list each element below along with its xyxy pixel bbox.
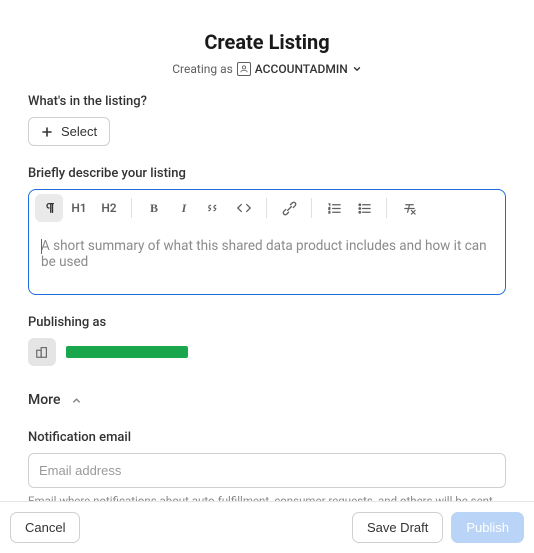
- role-icon: [237, 62, 251, 76]
- toolbar-paragraph[interactable]: [35, 194, 63, 222]
- creating-as-prefix: Creating as: [172, 62, 233, 76]
- creating-as-row: Creating as ACCOUNTADMIN: [28, 62, 506, 76]
- publishing-section: Publishing as: [28, 315, 506, 366]
- footer-bar: Cancel Save Draft Publish: [0, 501, 534, 553]
- more-label: More: [28, 392, 61, 408]
- toolbar-link[interactable]: [275, 194, 303, 222]
- notification-help-text: Email where notifications about auto-ful…: [28, 494, 506, 501]
- toolbar-bold[interactable]: B: [140, 194, 168, 222]
- more-toggle[interactable]: More: [28, 392, 506, 408]
- toolbar-separator: [266, 198, 267, 218]
- toolbar-separator: [131, 198, 132, 218]
- notification-label: Notification email: [28, 430, 506, 445]
- toolbar-h2[interactable]: H2: [95, 194, 123, 222]
- save-draft-button[interactable]: Save Draft: [352, 512, 443, 543]
- toolbar-h1[interactable]: H1: [65, 194, 93, 222]
- toolbar-italic[interactable]: I: [170, 194, 198, 222]
- select-button-label: Select: [61, 124, 97, 139]
- notification-section: Notification email Email where notificat…: [28, 430, 506, 501]
- publisher-name-redacted: [66, 346, 188, 358]
- listing-content-section: What's in the listing? Select: [28, 94, 506, 146]
- description-editor[interactable]: H1 H2 B I: [28, 189, 506, 295]
- publish-button[interactable]: Publish: [451, 512, 524, 543]
- describe-section: Briefly describe your listing H1 H2 B I: [28, 166, 506, 295]
- code-icon: [236, 201, 252, 215]
- toolbar-code[interactable]: [230, 194, 258, 222]
- toolbar-quote[interactable]: [200, 194, 228, 222]
- notification-email-input[interactable]: [28, 453, 506, 488]
- paragraph-icon: [42, 201, 56, 215]
- clear-format-icon: [402, 201, 417, 216]
- publishing-label: Publishing as: [28, 315, 506, 330]
- listing-content-label: What's in the listing?: [28, 94, 506, 109]
- publisher-row[interactable]: [28, 338, 506, 366]
- toolbar-unordered-list[interactable]: [350, 194, 378, 222]
- editor-toolbar: H1 H2 B I: [29, 190, 505, 226]
- describe-label: Briefly describe your listing: [28, 166, 506, 181]
- publisher-icon: [28, 338, 56, 366]
- chevron-up-icon: [71, 395, 82, 406]
- plus-icon: [41, 126, 53, 138]
- role-name: ACCOUNTADMIN: [255, 62, 348, 76]
- page-title: Create Listing: [28, 30, 506, 54]
- role-selector[interactable]: ACCOUNTADMIN: [237, 62, 362, 76]
- link-icon: [282, 201, 297, 216]
- quote-icon: [207, 201, 221, 215]
- ordered-list-icon: [327, 201, 342, 216]
- chevron-down-icon: [352, 64, 362, 74]
- page-header: Create Listing Creating as ACCOUNTADMIN: [28, 0, 506, 94]
- text-cursor: [41, 239, 42, 254]
- toolbar-clear-format[interactable]: [395, 194, 423, 222]
- toolbar-separator: [386, 198, 387, 218]
- editor-textarea[interactable]: A short summary of what this shared data…: [29, 226, 505, 294]
- toolbar-ordered-list[interactable]: [320, 194, 348, 222]
- select-content-button[interactable]: Select: [28, 117, 110, 146]
- unordered-list-icon: [357, 201, 372, 216]
- toolbar-separator: [311, 198, 312, 218]
- editor-placeholder: A short summary of what this shared data…: [41, 238, 493, 270]
- cancel-button[interactable]: Cancel: [10, 512, 80, 543]
